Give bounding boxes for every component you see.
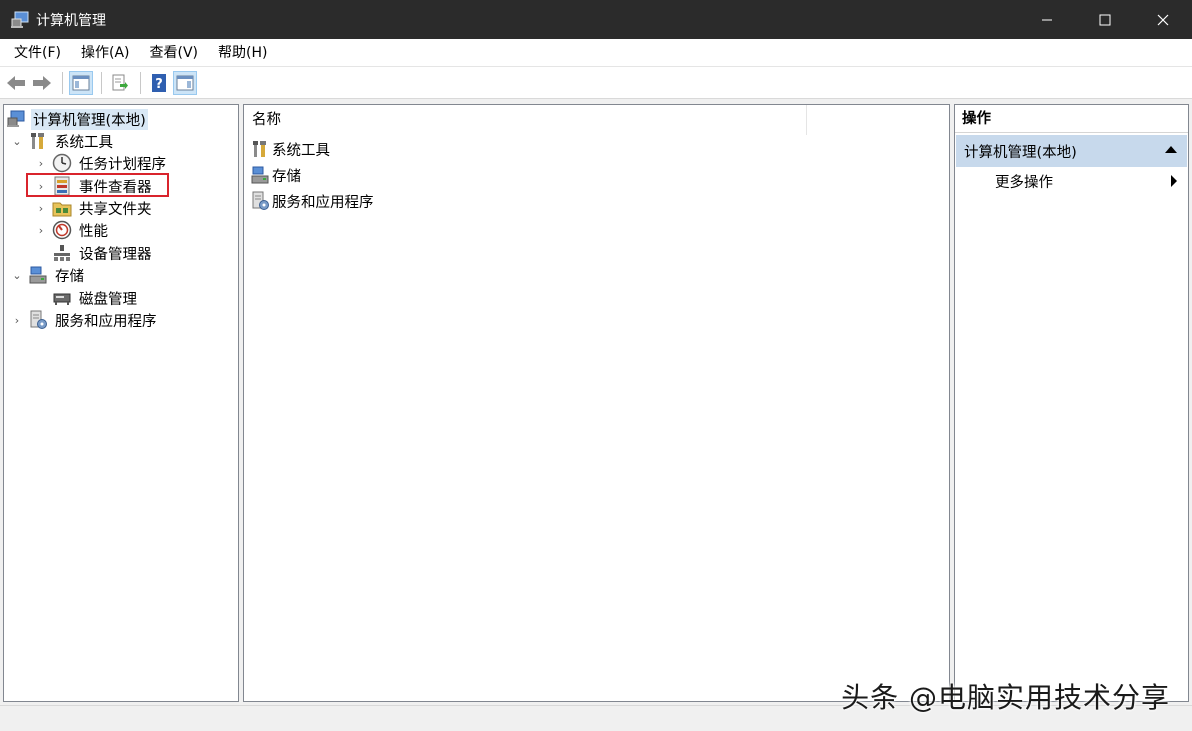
toolbar: ?: [0, 67, 1192, 99]
close-icon: [1157, 14, 1169, 25]
toolbar-separator: [62, 71, 63, 94]
maximize-button[interactable]: [1076, 0, 1134, 39]
tree-item-storage[interactable]: ⌄ 存储: [10, 264, 86, 286]
chevron-right-icon[interactable]: ›: [10, 314, 24, 327]
action-group-label: 计算机管理(本地): [964, 144, 1077, 161]
more-actions-item[interactable]: 更多操作: [995, 169, 1185, 193]
performance-gauge-icon: [52, 220, 72, 240]
services-icon: [28, 310, 48, 330]
tree-item-label: 共享文件夹: [79, 201, 152, 218]
back-arrow-icon: [7, 75, 25, 90]
chevron-right-icon[interactable]: ›: [34, 224, 48, 237]
action-group-computer-management[interactable]: 计算机管理(本地): [956, 135, 1187, 167]
tree-item-label: 磁盘管理: [79, 291, 137, 308]
disk-icon: [52, 288, 72, 308]
chevron-down-icon[interactable]: ⌄: [10, 269, 24, 282]
list-item-label: 系统工具: [272, 142, 330, 159]
list-item-storage[interactable]: 存储: [250, 163, 301, 187]
tree-item-label: 系统工具: [55, 134, 113, 151]
storage-icon: [28, 265, 48, 285]
back-button[interactable]: [4, 71, 28, 95]
highlight-box: [26, 173, 169, 197]
menu-file[interactable]: 文件(F): [4, 39, 71, 67]
column-header-name[interactable]: 名称: [244, 104, 807, 135]
services-icon: [250, 191, 270, 211]
help-button[interactable]: ?: [147, 71, 171, 95]
tree-item-device-manager[interactable]: 设备管理器: [34, 242, 154, 264]
show-hide-console-tree-icon: [72, 75, 90, 90]
maximize-icon: [1099, 14, 1111, 25]
computer-management-icon: [11, 11, 29, 28]
chevron-right-icon[interactable]: ›: [34, 157, 48, 170]
tree-item-root[interactable]: 计算机管理(本地): [6, 108, 148, 130]
tree-item-task-scheduler[interactable]: › 任务计划程序: [34, 152, 168, 174]
action-pane: 操作 计算机管理(本地) 更多操作: [954, 104, 1189, 702]
help-icon: ?: [152, 73, 166, 92]
tree-item-label: 性能: [79, 223, 108, 240]
tree-item-disk-management[interactable]: 磁盘管理: [34, 287, 139, 309]
submenu-arrow-icon: [1171, 175, 1177, 187]
show-hide-console-tree-button[interactable]: [69, 70, 93, 95]
window-title: 计算机管理: [36, 12, 106, 29]
svg-text:?: ?: [155, 77, 163, 92]
list-item-label: 服务和应用程序: [272, 194, 374, 211]
chevron-right-icon[interactable]: ›: [34, 202, 48, 215]
list-item-services-applications[interactable]: 服务和应用程序: [250, 189, 374, 213]
tree-item-system-tools[interactable]: ⌄ 系统工具: [10, 130, 115, 152]
close-button[interactable]: [1134, 0, 1192, 39]
forward-button[interactable]: [30, 71, 54, 95]
tree-item-shared-folders[interactable]: › 共享文件夹: [34, 197, 154, 219]
forward-arrow-icon: [33, 75, 51, 90]
menu-help[interactable]: 帮助(H): [208, 39, 277, 67]
tree-item-performance[interactable]: › 性能: [34, 219, 110, 241]
title-bar: 计算机管理: [0, 0, 1192, 39]
toolbar-separator: [140, 71, 141, 94]
more-actions-label: 更多操作: [995, 174, 1053, 191]
show-hide-action-pane-button[interactable]: [173, 70, 197, 95]
menu-action[interactable]: 操作(A): [71, 39, 140, 67]
minimize-icon: [1042, 19, 1052, 20]
export-list-button[interactable]: [108, 71, 132, 95]
action-pane-header: 操作: [955, 105, 1188, 133]
tree-item-label: 存储: [55, 268, 84, 285]
console-tree-pane: 计算机管理(本地) ⌄ 系统工具 › 任务计划程序 › 事件查看器 › 共享文件…: [3, 104, 239, 702]
collapse-up-icon[interactable]: [1165, 146, 1177, 153]
list-item-label: 存储: [272, 168, 301, 185]
list-item-system-tools[interactable]: 系统工具: [250, 137, 330, 161]
tree-item-label: 计算机管理(本地): [31, 108, 148, 130]
result-pane: 名称 系统工具 存储 服务和应用程序: [243, 104, 950, 702]
tree-item-label: 设备管理器: [79, 246, 152, 263]
shared-folder-icon: [52, 198, 72, 218]
export-list-icon: [112, 74, 128, 90]
column-header: 名称: [244, 104, 949, 135]
toolbar-separator: [101, 71, 102, 94]
minimize-button[interactable]: [1018, 0, 1076, 39]
tree-item-label: 任务计划程序: [79, 156, 166, 173]
show-hide-action-pane-icon: [176, 75, 194, 90]
tree-item-services-applications[interactable]: › 服务和应用程序: [10, 309, 159, 331]
tree-item-label: 服务和应用程序: [55, 313, 157, 330]
tools-icon: [250, 139, 270, 159]
clock-icon: [52, 153, 72, 173]
menu-view[interactable]: 查看(V): [140, 39, 209, 67]
chevron-down-icon[interactable]: ⌄: [10, 135, 24, 148]
menu-bar: 文件(F) 操作(A) 查看(V) 帮助(H): [0, 39, 1192, 67]
watermark-text: 头条 @电脑实用技术分享: [841, 681, 1170, 714]
storage-icon: [250, 165, 270, 185]
computer-management-icon: [6, 109, 26, 129]
tools-icon: [28, 131, 48, 151]
device-manager-icon: [52, 243, 72, 263]
